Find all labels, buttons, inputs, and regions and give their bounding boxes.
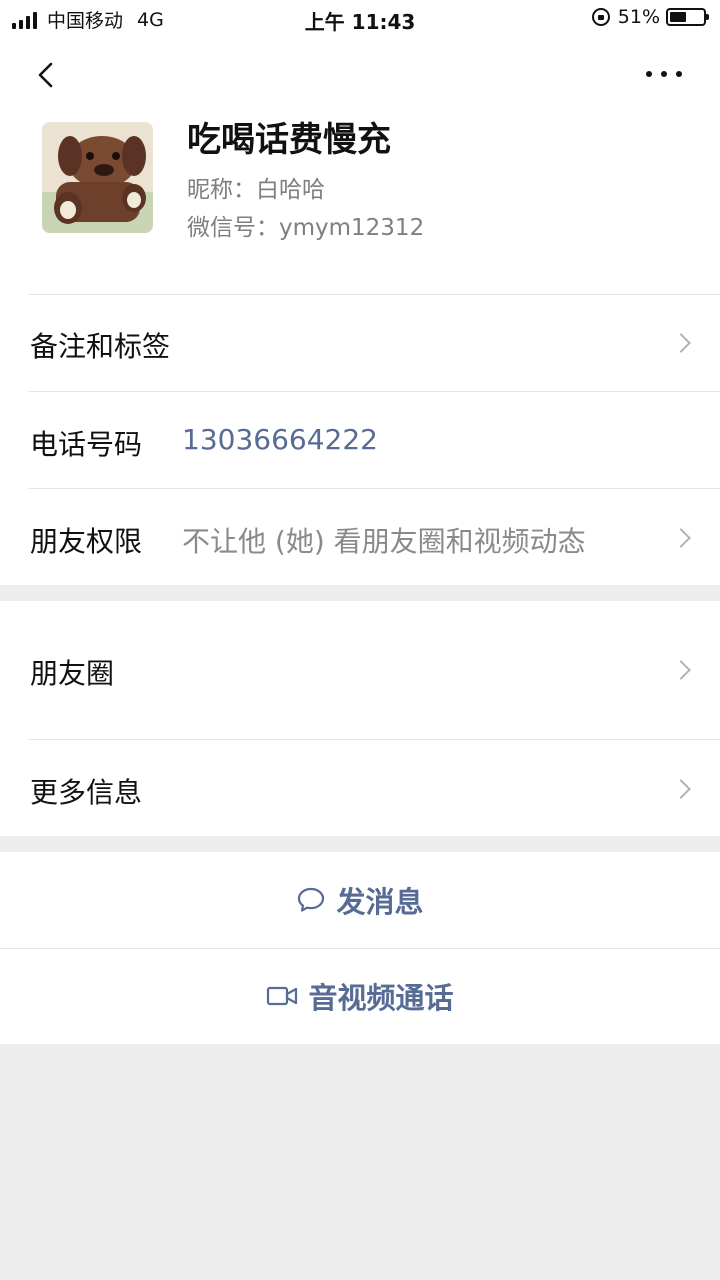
video-camera-icon [266,985,298,1007]
battery-fill [670,12,687,22]
phone-label: 电话号码 [30,428,143,461]
audio-video-call-button[interactable]: 音视频通话 [0,948,720,1044]
friend-permissions-label: 朋友权限 [30,525,143,558]
rotation-lock-icon [591,8,610,26]
divider [28,391,720,392]
moments-label: 朋友圈 [30,657,115,690]
chevron-right-icon [671,333,691,353]
moments-section: 朋友圈 更多信息 [0,601,720,836]
profile-nickname: 昵称：白哈哈 [187,177,325,203]
more-dots-icon[interactable] [646,68,682,80]
more-info-row[interactable]: 更多信息 [0,739,720,836]
divider [0,948,720,949]
audio-video-call-label: 音视频通话 [308,981,454,1015]
send-message-label: 发消息 [336,885,424,919]
chat-bubble-icon [296,886,326,914]
friend-permissions-row[interactable]: 朋友权限 不让他 (她) 看朋友圈和视频动态 [0,488,720,585]
moments-row[interactable]: 朋友圈 [0,601,720,739]
divider [28,739,720,740]
status-right: 51% [591,6,709,28]
friend-permissions-value: 不让他 (她) 看朋友圈和视频动态 [182,525,586,558]
chevron-right-icon [671,660,691,680]
chevron-right-icon [671,528,691,548]
back-chevron-icon[interactable] [32,60,62,90]
divider [28,294,720,295]
battery-percent: 51% [617,6,660,28]
plush-dog-avatar [42,122,153,233]
chevron-right-icon [671,779,691,799]
more-info-label: 更多信息 [30,776,143,809]
divider [28,488,720,489]
remarks-tags-row[interactable]: 备注和标签 [0,294,720,391]
phone-row: 电话号码 13036664222 [0,391,720,488]
remarks-tags-label: 备注和标签 [30,330,171,363]
avatar[interactable] [42,122,153,233]
actions-section: 发消息 音视频通话 [0,852,720,1044]
profile-wechat-id: 微信号：ymym12312 [187,215,425,241]
profile-section: 吃喝话费慢充 昵称：白哈哈 微信号：ymym12312 备注和标签 电话号码 1… [0,40,720,585]
phone-number-link[interactable]: 13036664222 [182,423,378,456]
profile-name: 吃喝话费慢充 [187,120,391,160]
battery-icon [666,8,709,26]
status-bar: 中国移动 4G 上午 11:43 51% [0,0,720,40]
send-message-button[interactable]: 发消息 [0,852,720,948]
